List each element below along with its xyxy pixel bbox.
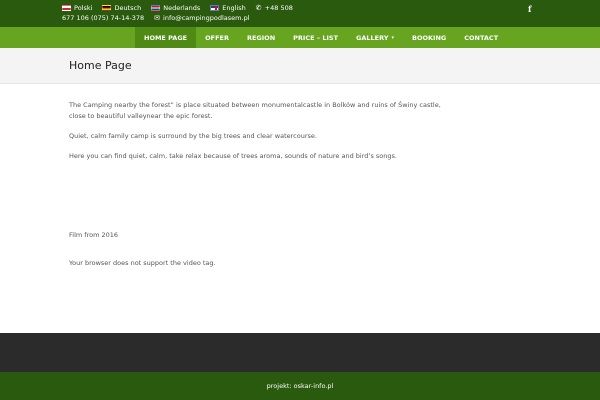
nav-label: REGION: [246, 33, 276, 42]
camp-paragraph: Quiet, calm family camp is surround by t…: [69, 132, 317, 140]
phone-number: 677 106 (075) 74-14-378: [62, 14, 145, 22]
top-bar: Polski Deutsch Nederlands English ✆ +48 …: [0, 0, 600, 27]
lang-label: Polski: [74, 4, 93, 12]
footer-bar: projekt: oskar-info.pl: [0, 372, 600, 400]
nav-item-region[interactable]: REGION: [238, 27, 284, 48]
nav-label: PRICE – LIST: [293, 33, 339, 42]
lang-label: Nederlands: [163, 4, 201, 12]
top-bar-row: Polski Deutsch Nederlands English ✆ +48 …: [62, 4, 293, 12]
footer-credit-link[interactable]: projekt: oskar-info.pl: [267, 382, 334, 390]
facebook-icon[interactable]: f: [528, 4, 531, 14]
video-fallback-text: Your browser does not support the video …: [69, 259, 216, 267]
nav-item-price-list[interactable]: PRICE – LIST: [284, 27, 347, 48]
chevron-down-icon: ▾: [391, 34, 394, 41]
nav-label: CONTACT: [464, 33, 499, 42]
main-nav: HOME PAGE OFFER REGION PRICE – LIST GALL…: [0, 27, 600, 48]
email-link[interactable]: ✉ info@campingpodlasem.pl: [154, 14, 249, 22]
page-title: Home Page: [69, 59, 132, 72]
pl-flag-icon: [62, 5, 71, 11]
lang-english[interactable]: English: [210, 4, 246, 12]
nav-label: HOME PAGE: [144, 33, 188, 42]
phone-prefix: +48 508: [264, 4, 293, 12]
email-icon: ✉: [154, 14, 161, 22]
nav-item-booking[interactable]: BOOKING: [403, 27, 455, 48]
film-label: Film from 2016: [69, 231, 119, 239]
lang-label: Deutsch: [114, 4, 142, 12]
lang-label: English: [222, 4, 246, 12]
nav-item-gallery[interactable]: GALLERY ▾: [347, 27, 403, 48]
footer-widgets: [0, 333, 600, 372]
lang-deutsch[interactable]: Deutsch: [102, 4, 141, 12]
nav-item-offer[interactable]: OFFER: [196, 27, 238, 48]
page-title-band: Home Page: [0, 48, 600, 84]
top-bar-row-2: 677 106 (075) 74-14-378 ✉ info@campingpo…: [62, 14, 250, 22]
relax-paragraph: Here you can find quiet, calm, take rela…: [69, 152, 397, 160]
phone-contact: ✆ +48 508: [256, 4, 293, 12]
intro-paragraph: The Camping nearby the forest” is place …: [69, 101, 441, 120]
lang-nederlands[interactable]: Nederlands: [151, 4, 200, 12]
nl-flag-icon: [151, 5, 161, 11]
main-content: The Camping nearby the forest” is place …: [69, 100, 449, 171]
phone-icon: ✆: [255, 4, 262, 12]
nav-label: OFFER: [205, 33, 229, 42]
email-address: info@campingpodlasem.pl: [163, 14, 250, 22]
nav-label: GALLERY: [356, 33, 389, 42]
lang-polski[interactable]: Polski: [62, 4, 92, 12]
nav-label: BOOKING: [411, 33, 447, 42]
nav-menu: HOME PAGE OFFER REGION PRICE – LIST GALL…: [135, 27, 507, 48]
de-flag-icon: [102, 5, 112, 11]
en-flag-icon: [210, 5, 220, 11]
nav-item-contact[interactable]: CONTACT: [455, 27, 507, 48]
nav-item-home[interactable]: HOME PAGE: [135, 27, 197, 48]
